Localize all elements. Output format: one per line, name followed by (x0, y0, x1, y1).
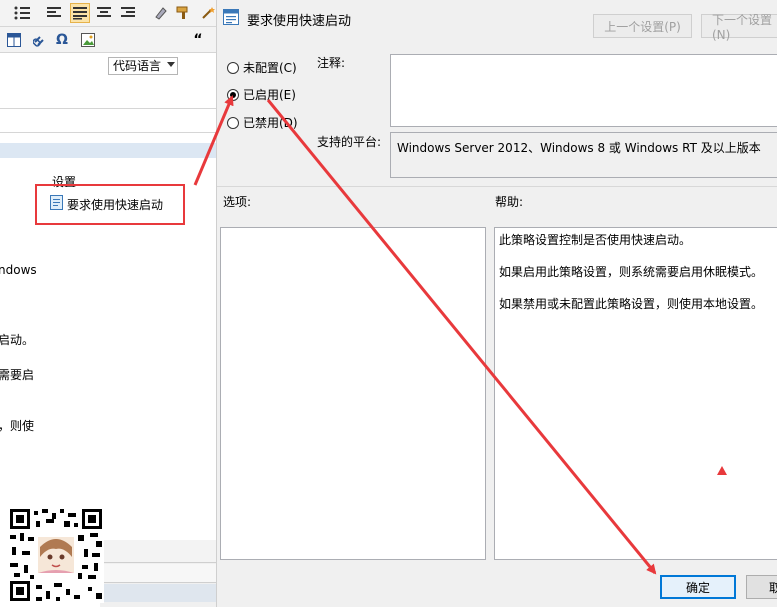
comment-textarea[interactable] (390, 54, 777, 127)
background-editor-window: Ω 代码语言 “ 设置 要求使用快速启动 ndows 启动。 需要启 ，则使 (0, 0, 216, 607)
align-justify-icon[interactable] (70, 3, 90, 23)
text-fragment: 启动。 (0, 333, 35, 347)
toolbar-divider-2 (0, 52, 216, 53)
red-marker-icon (717, 466, 727, 475)
supported-platform-field: Windows Server 2012、Windows 8 或 Windows … (390, 132, 777, 178)
supported-platform-label: 支持的平台: (317, 135, 382, 149)
radio-enabled[interactable]: 已启用(E) (227, 86, 296, 103)
radio-label: 未配置(C) (243, 61, 297, 75)
radio-not-configured[interactable]: 未配置(C) (227, 59, 297, 76)
policy-dialog: 要求使用快速启动 上一个设置(P) 下一个设置(N) 未配置(C) 已启用(E)… (216, 0, 777, 607)
section-divider-2 (0, 132, 216, 133)
format-painter-icon[interactable] (174, 3, 194, 23)
section-divider (0, 108, 216, 109)
background-bottom-area (100, 540, 216, 607)
cancel-button[interactable]: 取 (746, 575, 777, 599)
toolbar-row-1 (0, 0, 216, 26)
align-left-icon[interactable] (44, 3, 64, 23)
help-label: 帮助: (495, 195, 524, 209)
previous-setting-button[interactable]: 上一个设置(P) (593, 14, 692, 38)
code-language-value: 代码语言 (113, 59, 162, 73)
policy-setting-icon (50, 195, 64, 210)
help-text-line: 如果禁用或未配置此策略设置，则使用本地设置。 (499, 297, 764, 311)
bullet-list-icon[interactable] (12, 3, 32, 23)
next-setting-button[interactable]: 下一个设置(N) (701, 13, 777, 42)
supported-platform-value: Windows Server 2012、Windows 8 或 Windows … (397, 141, 761, 155)
radio-button[interactable] (227, 116, 239, 129)
comment-label: 注释: (317, 56, 346, 70)
options-label: 选项: (223, 195, 252, 209)
options-pane (220, 227, 486, 560)
link-icon[interactable] (30, 30, 50, 50)
omega-symbol-icon[interactable]: Ω (52, 30, 72, 50)
toolbar-row-2: Ω 代码语言 “ (0, 27, 216, 75)
radio-label: 已启用(E) (243, 88, 296, 102)
quote-icon[interactable]: “ (188, 30, 208, 50)
radio-button-selected[interactable] (227, 88, 239, 101)
align-center-icon[interactable] (94, 3, 114, 23)
text-fragment: ，则使 (0, 419, 35, 433)
table-icon[interactable] (4, 30, 24, 50)
radio-button[interactable] (227, 61, 239, 74)
section-divider (217, 186, 777, 187)
radio-label: 已禁用(D) (243, 116, 298, 130)
radio-disabled[interactable]: 已禁用(D) (227, 114, 298, 131)
ok-button[interactable]: 确定 (660, 575, 736, 599)
qr-code-image (8, 507, 104, 603)
help-pane: 此策略设置控制是否使用快速启动。 如果启用此策略设置，则系统需要启用休眠模式。 … (494, 227, 777, 560)
window-caption-band (0, 143, 216, 158)
policy-setting-item[interactable]: 要求使用快速启动 (67, 196, 163, 213)
policy-setting-icon (223, 9, 239, 25)
dialog-title: 要求使用快速启动 (247, 14, 352, 29)
align-right-icon[interactable] (118, 3, 138, 23)
text-fragment: ndows (0, 263, 37, 277)
image-icon[interactable] (78, 30, 98, 50)
text-fragment: 需要启 (0, 368, 35, 382)
help-text-line: 如果启用此策略设置，则系统需要启用休眠模式。 (499, 265, 764, 279)
eraser-icon[interactable] (150, 3, 170, 23)
code-language-select[interactable]: 代码语言 (108, 57, 178, 75)
help-text-line: 此策略设置控制是否使用快速启动。 (499, 233, 692, 247)
magic-wand-icon[interactable] (198, 3, 216, 23)
chevron-down-icon (167, 62, 175, 67)
